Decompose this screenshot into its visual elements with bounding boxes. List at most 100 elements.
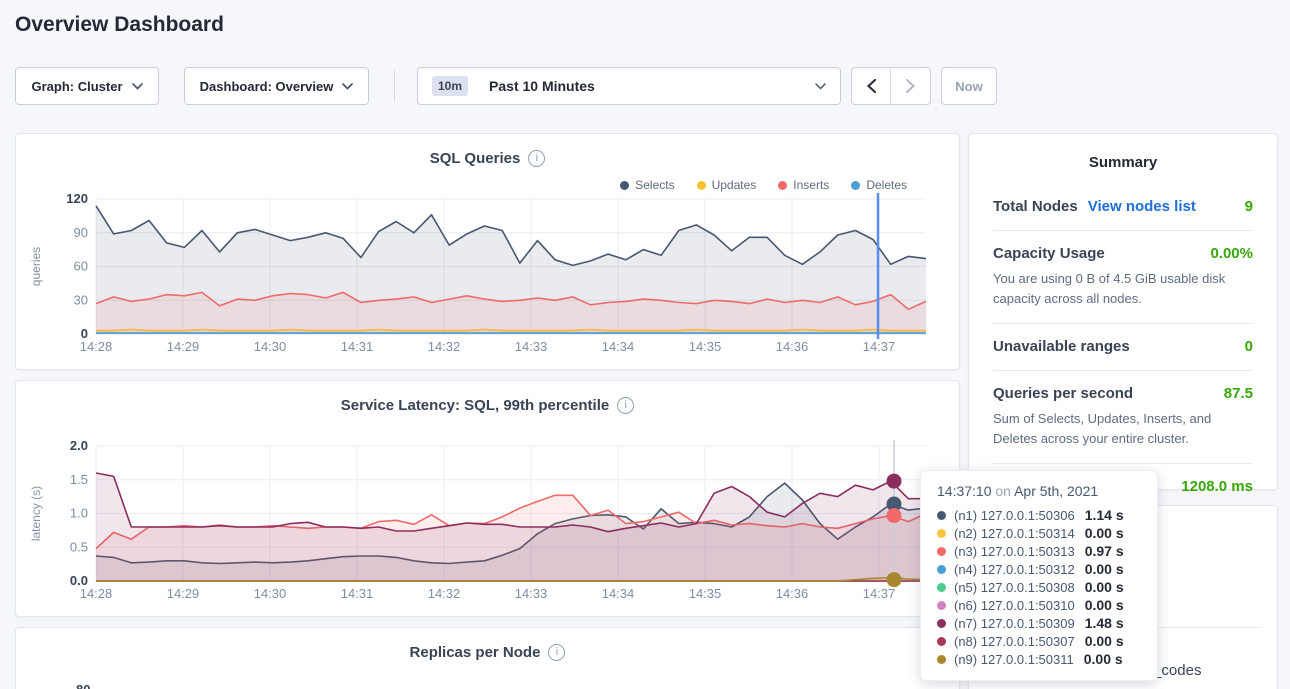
x-axis-tick: 14:34	[602, 339, 635, 354]
controls-divider	[394, 70, 395, 102]
service-latency-chart-title: Service Latency: SQL, 99th percentile	[341, 397, 609, 414]
tooltip-node-label: (n4) 127.0.0.1:50312	[954, 562, 1075, 577]
summary-row-label: Capacity Usage	[993, 245, 1105, 262]
info-icon[interactable]: i	[548, 644, 565, 661]
tooltip-series-dot-icon	[937, 547, 946, 556]
x-axis-tick: 14:34	[602, 586, 635, 601]
tooltip-row: (n5) 127.0.0.1:50308 0.00 s	[937, 578, 1141, 596]
tooltip-series-dot-icon	[937, 583, 946, 592]
y-axis-tick: 60	[74, 259, 88, 274]
y-axis-tick: 2.0	[70, 438, 88, 453]
tooltip-series-dot-icon	[937, 637, 946, 646]
summary-row-description: Sum of Selects, Updates, Inserts, and De…	[993, 409, 1253, 448]
chevron-down-icon	[815, 83, 826, 90]
tooltip-node-label: (n8) 127.0.0.1:50307	[954, 634, 1075, 649]
tooltip-node-value: 0.00 s	[1085, 633, 1124, 649]
x-axis-tick: 14:30	[254, 339, 287, 354]
y-axis-tick: 90	[74, 225, 88, 240]
summary-row: Unavailable ranges0	[993, 324, 1253, 371]
service-latency-chart[interactable]: 0.00.51.01.52.0latency (s)14:2814:2914:3…	[16, 436, 959, 614]
tooltip-node-label: (n1) 127.0.0.1:50306	[954, 508, 1075, 523]
tooltip-rows: (n1) 127.0.0.1:503061.14 s(n2) 127.0.0.1…	[937, 506, 1141, 668]
x-axis-tick: 14:31	[341, 339, 374, 354]
tooltip-node-value: 0.00 s	[1085, 597, 1124, 613]
tooltip-series-dot-icon	[937, 511, 946, 520]
summary-row-head: Queries per second87.5	[993, 385, 1253, 402]
summary-row-label: Queries per second	[993, 385, 1133, 402]
replicas-per-node-chart-panel: Replicas per Node i 80	[15, 627, 960, 689]
x-axis-tick: 14:30	[254, 586, 287, 601]
x-axis-tick: 14:35	[689, 586, 722, 601]
hover-dot	[887, 572, 902, 587]
x-axis-tick: 14:36	[776, 586, 809, 601]
tooltip-timestamp: 14:37:10 on Apr 5th, 2021	[937, 483, 1141, 499]
summary-row-value: 0	[1245, 338, 1253, 355]
summary-row-value: 1208.0 ms	[1181, 478, 1253, 495]
summary-title: Summary	[969, 154, 1277, 171]
tooltip-series-dot-icon	[937, 529, 946, 538]
y-axis-tick: 0.5	[70, 539, 88, 554]
tooltip-node-label: (n6) 127.0.0.1:50310	[954, 598, 1075, 613]
tooltip-node-value: 0.97 s	[1085, 543, 1124, 559]
x-axis-tick: 14:37	[863, 339, 896, 354]
tooltip-row: (n9) 127.0.0.1:503110.00 s	[937, 650, 1141, 668]
tooltip-node-value: 0.00 s	[1085, 579, 1124, 595]
chevron-down-icon	[342, 83, 353, 90]
view-nodes-list-link[interactable]: View nodes list	[1088, 198, 1196, 215]
y-axis-label: latency (s)	[29, 486, 43, 541]
tooltip-node-value: 0.00 s	[1085, 525, 1124, 541]
summary-row: Queries per second87.5 Sum of Selects, Up…	[993, 371, 1253, 464]
tooltip-node-label: (n3) 127.0.0.1:50313	[954, 544, 1075, 559]
sql-queries-chart-panel: SQL Queries i SelectsUpdatesInsertsDelet…	[15, 133, 960, 370]
summary-row: Capacity Usage0.00%You are using 0 B of …	[993, 231, 1253, 324]
y-axis-tick: 30	[74, 292, 88, 307]
prev-time-button[interactable]	[852, 68, 891, 104]
graph-dropdown[interactable]: Graph: Cluster	[15, 67, 159, 105]
y-axis-tick: 1.5	[70, 472, 88, 487]
time-step-buttons	[851, 67, 931, 105]
tooltip-node-value: 1.14 s	[1085, 507, 1124, 523]
y-axis-label: queries	[29, 247, 43, 286]
summary-row-head: Total Nodes View nodes list 9	[993, 198, 1253, 215]
tooltip-node-label: (n5) 127.0.0.1:50308	[954, 580, 1075, 595]
summary-row: Total Nodes View nodes list 9	[993, 184, 1253, 231]
chevron-down-icon	[132, 83, 143, 90]
tooltip-row: (n3) 127.0.0.1:50313 0.97 s	[937, 542, 1141, 560]
chevron-left-icon	[867, 79, 876, 93]
info-icon[interactable]: i	[528, 150, 545, 167]
x-axis-tick: 14:29	[167, 339, 200, 354]
dashboard-dropdown[interactable]: Dashboard: Overview	[184, 67, 369, 105]
next-time-button[interactable]	[891, 68, 930, 104]
y-axis-tick: 120	[66, 191, 88, 206]
summary-panel: Summary Total Nodes View nodes list 9 Capac…	[968, 133, 1278, 490]
summary-row-label: Total Nodes	[993, 198, 1078, 215]
time-range-dropdown[interactable]: 10m Past 10 Minutes	[417, 67, 841, 105]
page-title: Overview Dashboard	[15, 13, 224, 37]
time-range-badge: 10m	[432, 76, 468, 96]
tooltip-series-dot-icon	[937, 619, 946, 628]
x-axis-tick: 14:35	[689, 339, 722, 354]
tooltip-row: (n1) 127.0.0.1:50306 1.14 s	[937, 506, 1141, 524]
chart-hover-tooltip: 14:37:10 on Apr 5th, 2021 (n1) 127.0.0.1…	[920, 470, 1158, 681]
sql-queries-chart-title: SQL Queries	[430, 150, 521, 167]
tooltip-series-dot-icon	[937, 655, 946, 664]
summary-row-head: Capacity Usage0.00%	[993, 245, 1253, 262]
summary-rows: Total Nodes View nodes list 9 Capacity Usag…	[993, 184, 1253, 510]
summary-row-value: 9	[1245, 198, 1253, 215]
sql-queries-chart[interactable]: 0306090120queries14:2814:2914:3014:3114:…	[16, 189, 959, 367]
x-axis-tick: 14:32	[428, 586, 461, 601]
y-axis-tick: 1.0	[70, 506, 88, 521]
service-latency-chart-panel: Service Latency: SQL, 99th percentile i …	[15, 380, 960, 617]
x-axis-tick: 14:28	[80, 339, 113, 354]
graph-dropdown-label: Graph: Cluster	[31, 79, 122, 94]
info-icon[interactable]: i	[617, 397, 634, 414]
dashboard-dropdown-label: Dashboard: Overview	[200, 79, 334, 94]
tooltip-node-value: 0.00 s	[1084, 651, 1123, 667]
time-range-label: Past 10 Minutes	[489, 78, 595, 94]
tooltip-node-value: 0.00 s	[1085, 561, 1124, 577]
x-axis-tick: 14:37	[863, 586, 896, 601]
now-button[interactable]: Now	[941, 67, 997, 105]
tooltip-row: (n8) 127.0.0.1:50307 0.00 s	[937, 632, 1141, 650]
replicas-per-node-chart-title: Replicas per Node	[410, 644, 541, 661]
x-axis-tick: 14:31	[341, 586, 374, 601]
